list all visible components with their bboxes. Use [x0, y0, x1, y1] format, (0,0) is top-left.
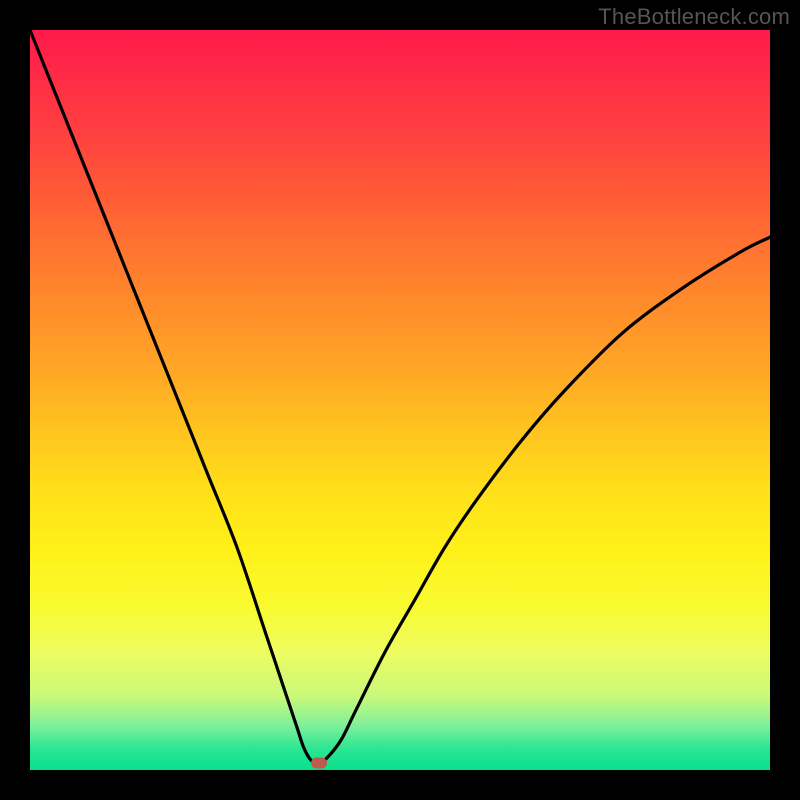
chart-frame: TheBottleneck.com: [0, 0, 800, 800]
optimal-point-marker: [311, 757, 327, 768]
bottleneck-curve: [30, 30, 770, 770]
plot-area: [30, 30, 770, 770]
watermark-text: TheBottleneck.com: [598, 4, 790, 30]
